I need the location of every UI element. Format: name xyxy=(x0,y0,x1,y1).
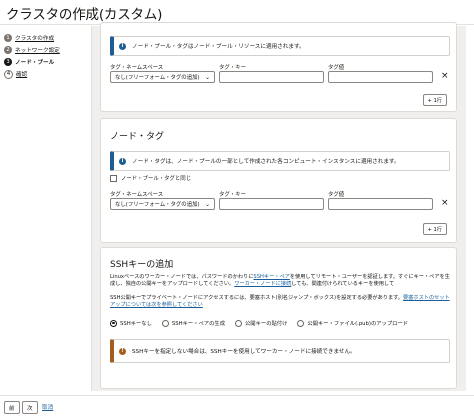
radio-label: SSHキーなし xyxy=(120,321,152,327)
radio-upload-public-key[interactable]: 公開キー・ファイル(.pub)のアップロード xyxy=(297,319,408,327)
connect-worker-node-link[interactable]: ワーカー・ノードに接続 xyxy=(234,281,291,287)
step-create-cluster[interactable]: 1 クラスタの作成 xyxy=(4,33,90,43)
step-review[interactable]: 4 確認 xyxy=(4,69,90,79)
radio-dot[interactable] xyxy=(110,319,117,327)
desc-text: Linuxベースのワーカー・ノードでは、パスワードのかわりに xyxy=(110,274,254,280)
namespace-label: タグ・ネームスペース xyxy=(110,192,164,198)
radio-label: SSHキー・ペアの生成 xyxy=(171,321,225,327)
step-number: 4 xyxy=(4,69,13,79)
radio-label: 公開キーの貼付け xyxy=(245,321,288,327)
pool-tags-info-banner: i ノード・プール・タグはノード・プール・リソースに適用されます。 xyxy=(110,36,450,56)
select-value: なし(フリーフォーム・タグの追加) xyxy=(115,75,200,81)
ssh-key-panel: SSHキーの追加 Linuxベースのワーカー・ノードでは、パスワードのかわりにS… xyxy=(100,247,457,389)
back-button[interactable]: 前 xyxy=(4,401,20,414)
step-label[interactable]: ネットワーク設定 xyxy=(15,46,60,54)
select-value: なし(フリーフォーム・タグの追加) xyxy=(115,202,200,208)
next-button[interactable]: 次 xyxy=(22,401,38,414)
info-text: ノード・タグは、ノード・プールの一部として作成された各コンピュート・インスタンス… xyxy=(132,159,400,165)
step-number: 2 xyxy=(4,46,12,54)
tag-value-input[interactable] xyxy=(328,71,433,83)
ssh-warning-banner: ! SSHキーを指定しない場合は、SSHキーを使用してワーカー・ノードに接続でき… xyxy=(110,339,450,363)
same-as-pool-checkbox[interactable]: ノード・プール・タグと同じ xyxy=(110,174,191,182)
close-icon[interactable]: × xyxy=(441,199,449,208)
main-content: i ノード・プール・タグはノード・プール・リソースに適用されます。 タグ・ネーム… xyxy=(91,22,466,391)
add-row-button[interactable]: + 1行 xyxy=(422,223,447,235)
bastion-description: SSH公開キーでプライベート・ノードにアクセスするには、要塞ホスト(別名ジャンプ… xyxy=(110,295,450,309)
chevron-down-icon: ⌄ xyxy=(204,201,210,208)
tag-key-input[interactable] xyxy=(219,198,324,210)
ssh-key-pair-link[interactable]: SSHキー・ペア xyxy=(253,274,289,280)
checkbox-label: ノード・プール・タグと同じ xyxy=(121,176,192,182)
wizard-footer: 前 次 取消 xyxy=(0,395,474,416)
tag-namespace-select[interactable]: なし(フリーフォーム・タグの追加) ⌄ xyxy=(110,71,215,83)
tag-namespace-select[interactable]: なし(フリーフォーム・タグの追加) ⌄ xyxy=(110,198,215,210)
node-tags-title: ノード・タグ xyxy=(110,132,165,142)
add-row-button[interactable]: + 1行 xyxy=(422,94,447,106)
node-tags-panel: ノード・タグ i ノード・タグは、ノード・プールの一部として作成された各コンピュ… xyxy=(100,118,457,243)
chevron-down-icon: ⌄ xyxy=(204,74,210,81)
info-icon: i xyxy=(119,157,126,165)
tag-key-input[interactable] xyxy=(219,71,324,83)
radio-dot[interactable] xyxy=(161,319,169,327)
radio-dot[interactable] xyxy=(235,319,242,327)
node-tags-info-banner: i ノード・タグは、ノード・プールの一部として作成された各コンピュート・インスタ… xyxy=(110,151,450,171)
step-label: ノード・プール xyxy=(15,60,55,66)
step-label[interactable]: 確認 xyxy=(16,70,27,78)
close-icon[interactable]: × xyxy=(441,72,449,81)
value-label: タグ値 xyxy=(328,192,345,198)
radio-paste-public-key[interactable]: 公開キーの貼付け xyxy=(235,319,287,327)
desc-text: SSH公開キーでプライベート・ノードにアクセスするには、要塞ホスト(別名ジャンプ… xyxy=(110,295,403,301)
step-network-setup[interactable]: 2 ネットワーク設定 xyxy=(4,45,90,55)
wizard-steps: 1 クラスタの作成 2 ネットワーク設定 3 ノード・プール 4 確認 xyxy=(4,33,90,81)
radio-label: 公開キー・ファイル(.pub)のアップロード xyxy=(307,321,409,327)
checkbox-box[interactable] xyxy=(110,174,117,182)
radio-no-ssh-key[interactable]: SSHキーなし xyxy=(110,319,152,327)
step-number: 1 xyxy=(4,34,12,42)
value-label: タグ値 xyxy=(328,65,345,71)
cancel-link[interactable]: 取消 xyxy=(42,403,53,411)
key-label: タグ・キー xyxy=(219,65,246,71)
page-title: クラスタの作成(カスタム) xyxy=(6,7,163,23)
ssh-title: SSHキーの追加 xyxy=(110,260,174,270)
radio-generate-key-pair[interactable]: SSHキー・ペアの生成 xyxy=(161,319,225,327)
node-pool-tags-panel: i ノード・プール・タグはノード・プール・リソースに適用されます。 タグ・ネーム… xyxy=(100,22,457,112)
warning-icon: ! xyxy=(119,347,126,355)
ssh-option-group: SSHキーなし SSHキー・ペアの生成 公開キーの貼付け 公開キー・ファイル(.… xyxy=(110,319,418,327)
step-number: 3 xyxy=(4,58,12,66)
info-text: ノード・プール・タグはノード・プール・リソースに適用されます。 xyxy=(132,44,305,50)
ssh-description: Linuxベースのワーカー・ノードでは、パスワードのかわりにSSHキー・ペアを使… xyxy=(110,274,450,288)
key-label: タグ・キー xyxy=(219,192,246,198)
namespace-label: タグ・ネームスペース xyxy=(110,65,164,71)
info-icon: i xyxy=(119,42,126,50)
step-node-pool: 3 ノード・プール xyxy=(4,57,90,67)
step-label[interactable]: クラスタの作成 xyxy=(15,34,54,42)
radio-dot[interactable] xyxy=(297,319,305,327)
tag-value-input[interactable] xyxy=(328,198,433,210)
warning-text: SSHキーを指定しない場合は、SSHキーを使用してワーカー・ノードに接続できませ… xyxy=(132,349,356,355)
desc-text: しても、関連付けられているキーを使用して xyxy=(291,281,395,288)
